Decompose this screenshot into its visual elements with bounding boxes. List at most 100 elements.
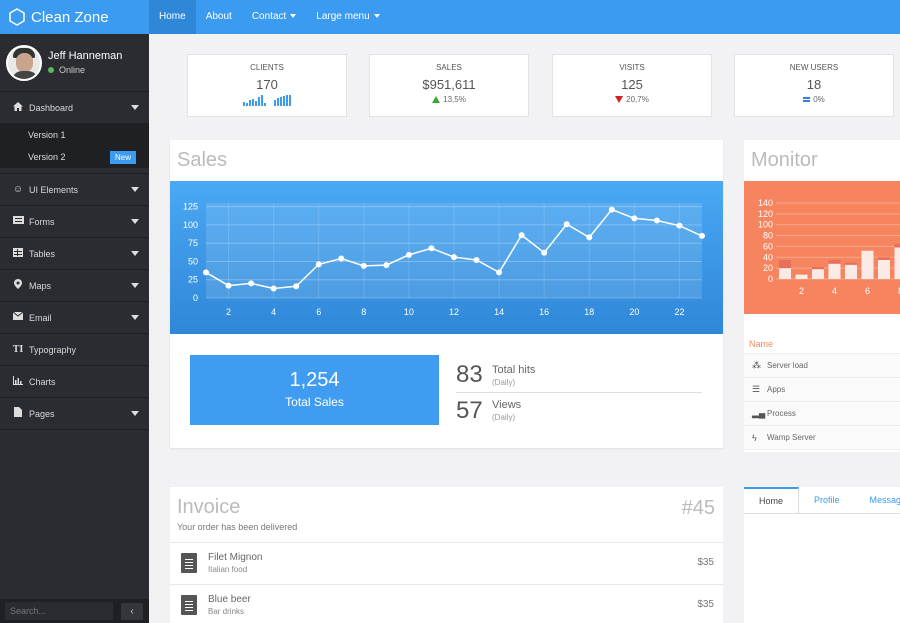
- monitor-list: Name ⁂ Server load ☰ Apps ▂▄ Process ϟ Wamp …: [744, 334, 900, 450]
- chevron-left-icon: ‹: [130, 606, 134, 617]
- data-point: [541, 249, 548, 256]
- stat-change: 13,5%: [443, 95, 466, 104]
- stat-card-clients: CLIENTS 170: [187, 54, 347, 117]
- sidebar-item-email[interactable]: Email: [0, 302, 149, 334]
- data-point: [563, 221, 570, 228]
- brand-logo[interactable]: Clean Zone: [0, 0, 149, 34]
- dashboard-submenu: Version 1 Version 2 New: [0, 124, 149, 168]
- sidebar: Jeff Hanneman Online Dashboard Version 1…: [0, 34, 149, 623]
- tab-messages[interactable]: Messages: [855, 487, 900, 513]
- bar: [812, 269, 824, 279]
- avatar[interactable]: [6, 44, 42, 81]
- smile-icon: ☺: [12, 184, 24, 195]
- sidebar-item-ui-elements[interactable]: ☺ UI Elements: [0, 174, 149, 206]
- x-tick-label: 22: [674, 307, 684, 317]
- bar-chart-icon: [12, 375, 24, 388]
- caret-down-icon: [131, 219, 139, 224]
- arrow-up-icon: [432, 96, 441, 103]
- nav-about[interactable]: About: [196, 0, 242, 34]
- user-status-label: Online: [59, 65, 86, 75]
- views-row: 57 Views (Daily): [456, 393, 702, 428]
- data-point: [676, 222, 683, 229]
- data-point: [383, 262, 390, 269]
- caret-down-icon: [373, 14, 380, 19]
- invoice-item-desc: Bar drinks: [208, 607, 245, 616]
- top-navbar: Clean Zone Home About Contact Large menu: [0, 0, 900, 34]
- sidebar-item-typography[interactable]: TI Typography: [0, 334, 149, 366]
- bar: [845, 264, 857, 279]
- x-tick-label: 20: [629, 307, 639, 317]
- monitor-row-apps[interactable]: ☰ Apps: [744, 378, 900, 402]
- x-tick-label: 2: [226, 307, 231, 317]
- monitor-list-header: Name: [744, 334, 900, 354]
- top-nav-menu: Home About Contact Large menu: [149, 0, 390, 34]
- monitor-row-wamp-server[interactable]: ϟ Wamp Server: [744, 426, 900, 450]
- stat-value: $951,611: [422, 77, 476, 92]
- monitor-title: Monitor: [751, 149, 818, 171]
- sidebar-item-forms[interactable]: Forms: [0, 206, 149, 238]
- bar: [779, 268, 791, 279]
- sidebar-item-label: UI Elements: [29, 184, 79, 195]
- data-point: [631, 215, 638, 222]
- sales-panel: Sales 0 25 50 75 100 125 2 4 6 8 10 12 14 16 18 20 22 1,…: [170, 140, 723, 448]
- x-tick-label: 4: [832, 286, 837, 296]
- monitor-row-process[interactable]: ▂▄ Process: [744, 402, 900, 426]
- envelope-icon: [12, 311, 24, 323]
- bar: [828, 263, 841, 279]
- sidebar-item-label: Tables: [29, 248, 56, 259]
- sidebar-subitem-version-1[interactable]: Version 1: [0, 124, 149, 146]
- search-input[interactable]: [5, 602, 113, 620]
- x-tick-label: 2: [799, 286, 804, 296]
- collapse-sidebar-button[interactable]: ‹: [121, 603, 143, 620]
- user-status: Online: [48, 65, 122, 75]
- total-sales-box: 1,254 Total Sales: [190, 355, 439, 425]
- x-tick-label: 4: [271, 307, 276, 317]
- total-hits-value: 83: [456, 361, 483, 388]
- data-point: [428, 245, 435, 252]
- data-point: [248, 280, 255, 287]
- hexagon-logo-icon: [9, 8, 25, 26]
- stat-change: 20,7%: [626, 95, 649, 104]
- stat-value: 125: [621, 77, 643, 92]
- sidebar-item-charts[interactable]: Charts: [0, 366, 149, 398]
- sidebar-item-tables[interactable]: Tables: [0, 238, 149, 270]
- y-tick-label: 100: [183, 220, 198, 230]
- nav-home[interactable]: Home: [149, 0, 196, 34]
- sales-line-chart: 0 25 50 75 100 125 2 4 6 8 10 12 14 16 18 20 22: [170, 181, 723, 334]
- sidebar-item-maps[interactable]: Maps: [0, 270, 149, 302]
- document-icon: [181, 553, 197, 573]
- monitor-row-server-load[interactable]: ⁂ Server load: [744, 354, 900, 378]
- sidebar-item-dashboard[interactable]: Dashboard: [0, 92, 149, 124]
- monitor-row-label: Server load: [767, 361, 808, 370]
- caret-down-icon: [131, 187, 139, 192]
- data-point: [360, 262, 367, 269]
- caret-down-icon: [131, 283, 139, 288]
- tab-home[interactable]: Home: [744, 487, 800, 513]
- sidebar-item-label: Maps: [29, 280, 52, 291]
- caret-down-icon: [290, 14, 297, 19]
- nav-contact-dropdown[interactable]: Contact: [242, 0, 306, 34]
- sidebar-item-pages[interactable]: Pages: [0, 398, 149, 430]
- stat-card-sales: SALES $951,611 13,5%: [369, 54, 529, 117]
- total-sales-label: Total Sales: [285, 395, 344, 409]
- bar: [894, 247, 900, 279]
- data-point: [496, 269, 503, 276]
- tab-profile[interactable]: Profile: [799, 487, 855, 513]
- x-tick-label: 8: [361, 307, 366, 317]
- invoice-subtitle: Your order has been delivered: [177, 522, 298, 532]
- monitor-row-label: Wamp Server: [767, 433, 816, 442]
- invoice-item-name: Blue beer: [208, 594, 251, 605]
- invoice-item-desc: Italian food: [208, 565, 248, 574]
- monitor-bar-chart: 0204060801001201402468: [744, 181, 900, 314]
- sidebar-item-label: Email: [29, 312, 52, 323]
- keyboard-icon: [12, 216, 24, 227]
- nav-large-menu-dropdown[interactable]: Large menu: [306, 0, 389, 34]
- sidebar-subitem-version-2[interactable]: Version 2 New: [0, 146, 149, 168]
- caret-down-icon: [131, 315, 139, 320]
- bar: [878, 260, 890, 279]
- nav-large-menu-label: Large menu: [316, 11, 370, 22]
- data-point: [405, 251, 412, 258]
- invoice-title: Invoice: [177, 496, 241, 518]
- bolt-icon: ϟ: [752, 432, 757, 443]
- map-marker-icon: [12, 279, 24, 292]
